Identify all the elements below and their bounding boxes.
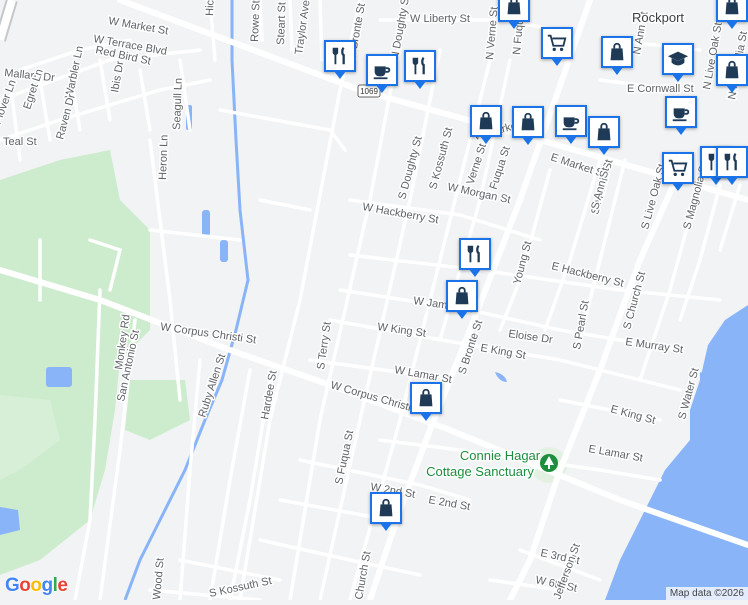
poi-marker[interactable] — [555, 105, 587, 144]
poi-marker[interactable] — [665, 96, 697, 135]
shopping-bag-icon — [721, 0, 743, 17]
cafe-icon — [371, 59, 393, 81]
shopping-bag-icon — [475, 110, 497, 132]
poi-marker[interactable] — [588, 116, 620, 155]
street-label: Heron Ln — [157, 134, 171, 180]
street-label: Seagull Ln — [171, 78, 185, 130]
poi-marker[interactable] — [370, 492, 402, 531]
street-label: Rowe St — [249, 0, 262, 42]
poi-marker[interactable] — [470, 105, 502, 144]
street-label: Hickory — [204, 0, 217, 16]
poi-marker[interactable] — [512, 106, 544, 145]
poi-marker[interactable] — [662, 152, 694, 191]
restaurant-icon — [329, 45, 351, 67]
shopping-bag-icon — [415, 387, 437, 409]
shopping-bag-icon — [593, 121, 615, 143]
poi-marker[interactable] — [366, 54, 398, 93]
shopping-bag-icon — [503, 0, 525, 17]
cafe-icon — [670, 101, 692, 123]
street-label: E Cornwall St — [627, 83, 694, 95]
shopping-bag-icon — [375, 497, 397, 519]
school-icon — [667, 48, 689, 70]
grocery-cart-icon — [667, 157, 689, 179]
poi-marker[interactable] — [410, 382, 442, 421]
svg-text:Connie Hagar: Connie Hagar — [460, 448, 541, 463]
map-attribution[interactable]: Map data ©2026 — [665, 587, 748, 600]
google-logo: Google — [5, 575, 68, 596]
poi-marker[interactable] — [716, 146, 748, 185]
poi-marker[interactable] — [716, 54, 748, 93]
street-label: W Liberty St — [410, 13, 470, 25]
poi-marker[interactable] — [459, 238, 491, 277]
town-label: Rockport — [632, 10, 684, 25]
poi-marker[interactable] — [324, 40, 356, 79]
street-label: Teal St — [3, 136, 37, 148]
shopping-bag-icon — [606, 41, 628, 63]
shopping-bag-icon — [451, 285, 473, 307]
poi-marker[interactable] — [541, 27, 573, 66]
svg-text:Cottage Sanctuary: Cottage Sanctuary — [426, 464, 534, 479]
shopping-bag-icon — [517, 111, 539, 133]
poi-marker[interactable] — [601, 36, 633, 75]
grocery-cart-icon — [546, 32, 568, 54]
cafe-icon — [560, 110, 582, 132]
poi-marker[interactable] — [498, 0, 530, 29]
restaurant-icon — [721, 151, 743, 173]
street-label: Steart St — [275, 2, 288, 45]
park-tree-icon — [540, 454, 558, 472]
poi-marker[interactable] — [446, 280, 478, 319]
shopping-bag-icon — [721, 59, 743, 81]
poi-marker[interactable] — [716, 0, 748, 29]
restaurant-icon — [464, 243, 486, 265]
poi-marker[interactable] — [662, 43, 694, 82]
restaurant-icon — [409, 55, 431, 77]
poi-marker[interactable] — [404, 50, 436, 89]
